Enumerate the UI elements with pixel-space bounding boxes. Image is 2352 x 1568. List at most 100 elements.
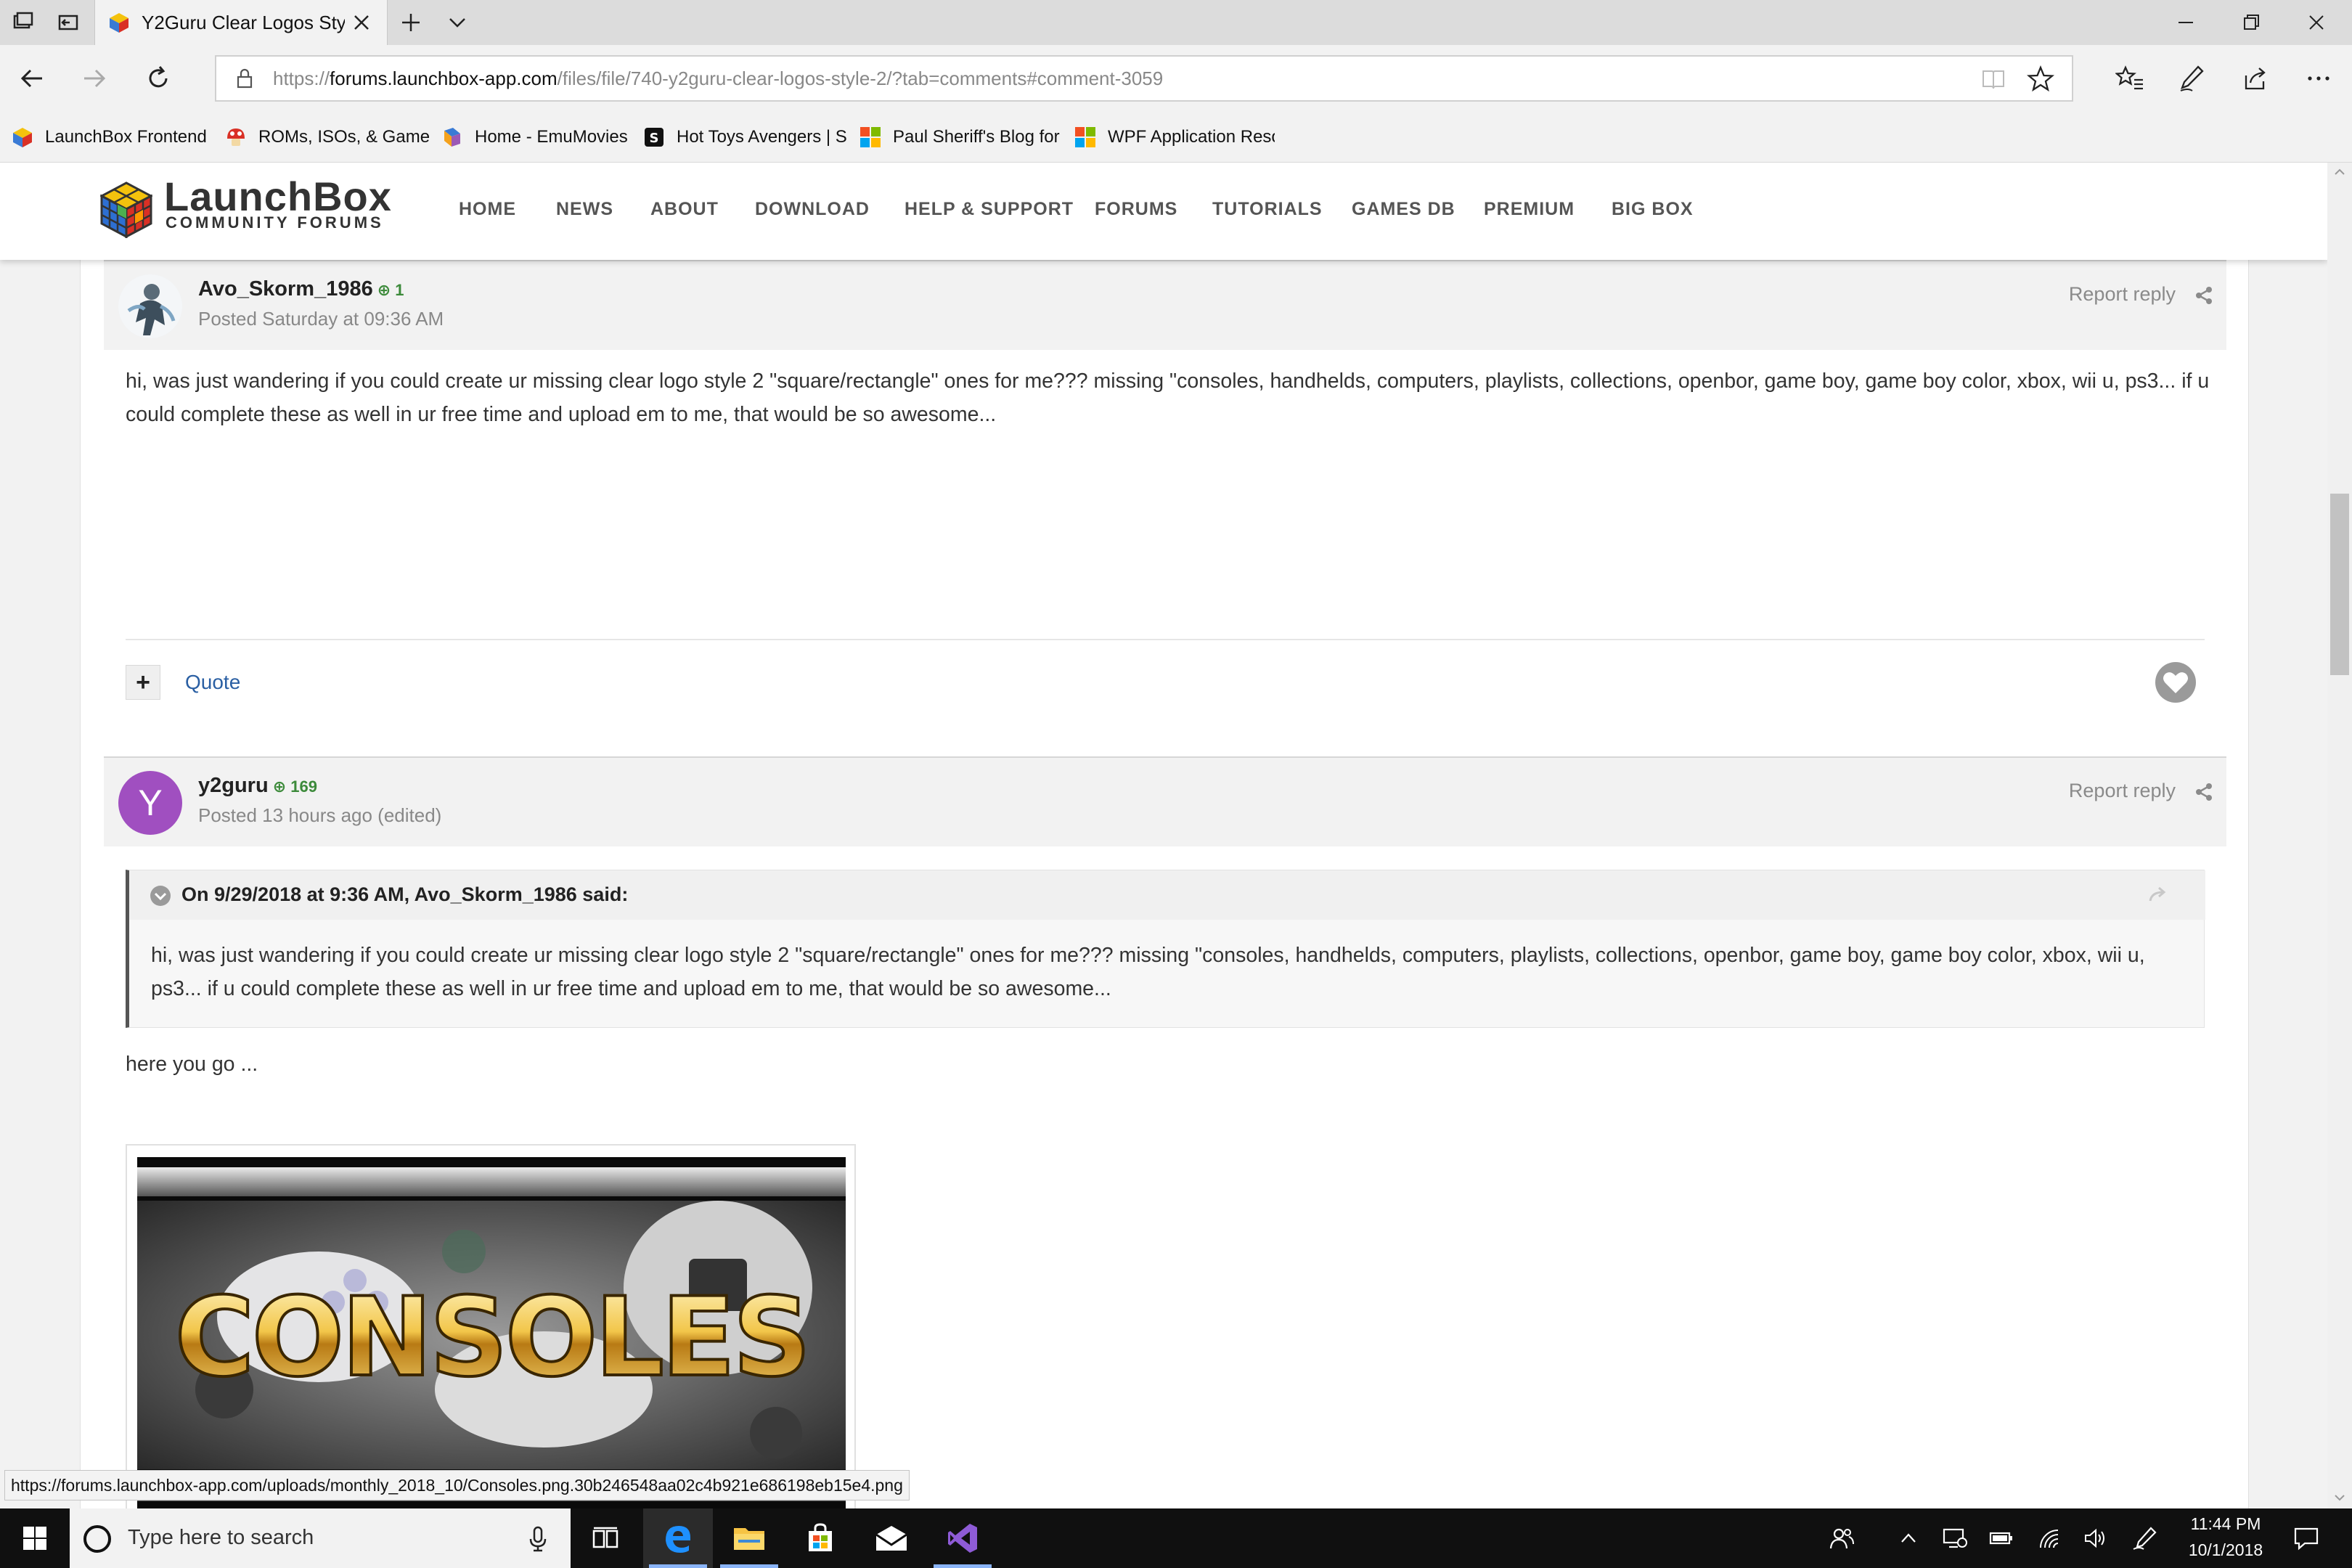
taskbar-store-app[interactable] [785, 1508, 855, 1568]
avatar[interactable] [118, 274, 182, 338]
clock-date[interactable]: 10/1/2018 [2179, 1540, 2272, 1560]
reading-view-icon[interactable] [1980, 67, 2006, 91]
show-hidden-icons-chevron-up-icon[interactable] [1883, 1508, 1934, 1568]
like-heart-icon[interactable] [2154, 661, 2197, 704]
quote-button[interactable]: Quote [185, 671, 240, 694]
new-tab-icon[interactable] [398, 10, 424, 35]
taskbar-mail-app[interactable] [857, 1508, 926, 1568]
scroll-down-arrow-icon[interactable] [2332, 1490, 2348, 1506]
microphone-icon[interactable] [527, 1524, 549, 1553]
nav-news[interactable]: NEWS [556, 199, 613, 220]
taskbar-visual-studio-app[interactable] [928, 1508, 997, 1568]
clock-time[interactable]: 11:44 PM [2185, 1514, 2266, 1534]
launchbox-logo-icon[interactable] [100, 181, 152, 238]
report-reply-link[interactable]: Report reply [2069, 283, 2176, 306]
visual-studio-icon [948, 1524, 977, 1553]
edge-browser-icon [666, 1526, 690, 1553]
favorite-launchbox-frontend[interactable]: LaunchBox Frontend [12, 125, 207, 150]
blockquote: On 9/29/2018 at 9:36 AM, Avo_Skorm_1986 … [126, 870, 2205, 1028]
scroll-up-arrow-icon[interactable] [2332, 164, 2348, 180]
nav-premium[interactable]: PREMIUM [1484, 199, 1575, 220]
comment-body: hi, was just wandering if you could crea… [126, 369, 2210, 426]
logo-subtitle: COMMUNITY FORUMS [166, 213, 384, 232]
nav-tutorials[interactable]: TUTORIALS [1212, 199, 1323, 220]
collapse-quote-chevron-icon[interactable] [150, 885, 171, 907]
report-reply-link[interactable]: Report reply [2069, 780, 2176, 802]
nav-about[interactable]: ABOUT [650, 199, 719, 220]
nav-big-box[interactable]: BIG BOX [1612, 199, 1694, 220]
site-header: LaunchBox COMMUNITY FORUMS HOME NEWS ABO… [0, 163, 2327, 260]
emumovies-icon [444, 128, 460, 147]
start-windows-icon[interactable] [0, 1508, 70, 1568]
launchbox-favicon-icon [108, 12, 130, 33]
volume-speaker-icon[interactable] [2070, 1508, 2121, 1568]
nav-download[interactable]: DOWNLOAD [755, 199, 870, 220]
go-to-quoted-post-icon[interactable] [2147, 885, 2169, 904]
favorite-roms-isos[interactable]: ROMs, ISOs, & Game [225, 125, 430, 150]
taskbar-edge-app[interactable] [643, 1508, 713, 1568]
taskbar-file-explorer-app[interactable] [714, 1508, 784, 1568]
windows-ink-pen-icon[interactable] [2120, 1508, 2171, 1568]
comment-header: Avo_Skorm_1986 ⊕ 1 Posted Saturday at 09:… [104, 260, 2226, 350]
favorite-wpf-application[interactable]: WPF Application Reso [1074, 125, 1275, 150]
favorite-emumovies[interactable]: Home - EmuMovies [441, 125, 628, 150]
tab-preview-chevron-down-icon[interactable] [444, 10, 470, 35]
nav-home[interactable]: HOME [459, 199, 516, 220]
restore-window-icon[interactable] [2218, 0, 2284, 45]
refresh-icon[interactable] [141, 61, 176, 96]
minimize-window-icon[interactable] [2153, 0, 2218, 45]
page-scrollbar-thumb[interactable] [2330, 494, 2349, 675]
comment-body: here you go ... [126, 1053, 258, 1076]
web-page: LaunchBox COMMUNITY FORUMS HOME NEWS ABO… [0, 163, 2327, 1508]
launchbox-cube-icon [13, 128, 32, 147]
comment-divider [126, 639, 2205, 640]
back-arrow-icon[interactable] [15, 61, 49, 96]
tab-active[interactable]: Y2Guru Clear Logos Styl [94, 0, 388, 45]
wifi-network-icon[interactable] [2025, 1508, 2076, 1568]
microsoft-logo-icon [860, 127, 881, 147]
share-icon[interactable] [2237, 61, 2272, 96]
favorite-hot-toys[interactable]: S Hot Toys Avengers | S [643, 125, 847, 150]
favorite-star-icon[interactable] [2027, 65, 2054, 93]
sideshow-icon: S [645, 128, 663, 147]
favorites-hub-icon[interactable] [2112, 61, 2147, 96]
web-note-pen-icon[interactable] [2175, 61, 2210, 96]
consoles-logo-image[interactable]: CONSOLES [137, 1157, 846, 1508]
reputation-badge: ⊕ 1 [377, 281, 404, 299]
svg-text:S: S [650, 131, 659, 146]
reputation-badge: ⊕ 169 [272, 777, 317, 796]
favorite-paul-sheriff[interactable]: Paul Sheriff's Blog for [859, 125, 1060, 150]
nav-games-db[interactable]: GAMES DB [1352, 199, 1455, 220]
nav-forums[interactable]: FORUMS [1095, 199, 1177, 220]
share-comment-icon[interactable] [2194, 783, 2213, 801]
address-bar[interactable]: https://forums.launchbox-app.com/files/f… [215, 55, 2073, 102]
comments-column: Avo_Skorm_1986 ⊕ 1 Posted Saturday at 09:… [80, 260, 2249, 1508]
people-icon[interactable] [1816, 1508, 1867, 1568]
multiquote-plus-button[interactable]: + [126, 665, 160, 700]
comment-date: Posted 13 hours ago (edited) [198, 804, 442, 826]
set-aside-tabs-icon[interactable] [55, 10, 81, 35]
comment-author[interactable]: y2guru ⊕ 169 [198, 774, 317, 798]
share-comment-icon[interactable] [2194, 286, 2213, 305]
page-scrollbar[interactable] [2327, 163, 2352, 1508]
mail-envelope-icon [875, 1526, 907, 1551]
taskbar-search-box[interactable]: Type here to search [70, 1508, 571, 1568]
forward-arrow-icon[interactable] [77, 61, 112, 96]
battery-icon[interactable] [1976, 1508, 2027, 1568]
display-settings-icon[interactable] [1930, 1508, 1980, 1568]
link-status-bar: https://forums.launchbox-app.com/uploads… [4, 1470, 910, 1500]
task-view-icon[interactable] [571, 1508, 640, 1568]
more-actions-icon[interactable] [2301, 61, 2336, 96]
windows-taskbar: Type here to search 11:44 PM 10/1/2018 [0, 1508, 2352, 1568]
cortana-circle-icon [81, 1523, 113, 1555]
tab-list-icon[interactable] [10, 10, 36, 35]
avatar[interactable]: Y [118, 771, 182, 835]
comment-author[interactable]: Avo_Skorm_1986 ⊕ 1 [198, 277, 404, 301]
close-tab-icon[interactable] [351, 12, 372, 33]
action-center-notification-icon[interactable] [2275, 1508, 2337, 1568]
comment-header: Y y2guru ⊕ 169 Posted 13 hours ago (edite… [104, 756, 2226, 846]
close-window-icon[interactable] [2284, 0, 2349, 45]
attached-image-consoles[interactable]: CONSOLES [126, 1144, 856, 1508]
store-bag-icon [809, 1523, 832, 1551]
nav-help-support[interactable]: HELP & SUPPORT [905, 199, 1074, 220]
